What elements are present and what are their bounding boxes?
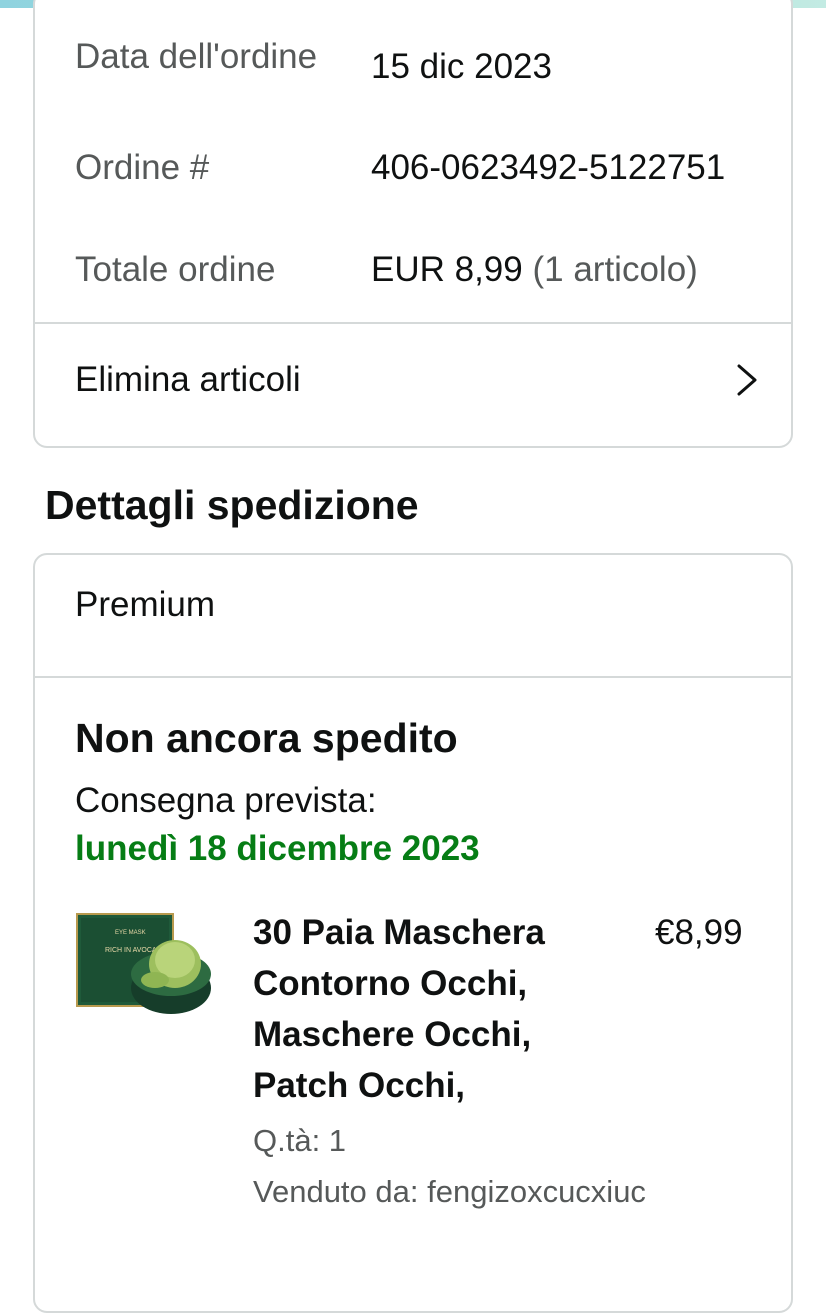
box-brand-text: EYE MASK bbox=[115, 930, 146, 936]
product-quantity: Q.tà: 1 bbox=[253, 1123, 347, 1158]
product-price: €8,99 bbox=[655, 913, 743, 952]
order-date-value: 15 dic 2023 bbox=[371, 47, 552, 86]
delete-items-row[interactable]: Elimina articoli bbox=[35, 324, 791, 436]
order-total-amount: EUR 8,99 bbox=[371, 250, 523, 289]
order-total-item-count: (1 articolo) bbox=[532, 250, 698, 289]
shipment-status: Non ancora spedito bbox=[75, 715, 458, 761]
order-date-label: Data dell'ordine bbox=[75, 37, 318, 76]
estimated-delivery-label: Consegna prevista: bbox=[75, 781, 377, 820]
delete-items-label: Elimina articoli bbox=[75, 360, 301, 399]
order-total-value: EUR 8,99 (1 articolo) bbox=[371, 244, 751, 295]
product-image[interactable]: EYE MASK RICH IN AVOCADO bbox=[75, 910, 215, 1020]
product-title[interactable]: 30 Paia Maschera Contorno Occhi, Mascher… bbox=[253, 907, 593, 1111]
order-number-label: Ordine # bbox=[75, 148, 210, 187]
shipment-card: Premium Non ancora spedito Consegna prev… bbox=[33, 553, 793, 1313]
shipping-method: Premium bbox=[75, 585, 216, 624]
order-summary-card: Data dell'ordine 15 dic 2023 Ordine # 40… bbox=[33, 0, 793, 448]
order-total-label: Totale ordine bbox=[75, 250, 276, 289]
shipment-section-title: Dettagli spedizione bbox=[45, 482, 419, 528]
product-seller: Venduto da: fengizoxcucxiuc bbox=[253, 1174, 646, 1209]
order-number-value: 406-0623492-5122751 bbox=[371, 148, 726, 187]
shipment-divider bbox=[35, 676, 791, 678]
estimated-delivery-date: lunedì 18 dicembre 2023 bbox=[75, 829, 480, 868]
chevron-right-icon bbox=[737, 364, 757, 396]
